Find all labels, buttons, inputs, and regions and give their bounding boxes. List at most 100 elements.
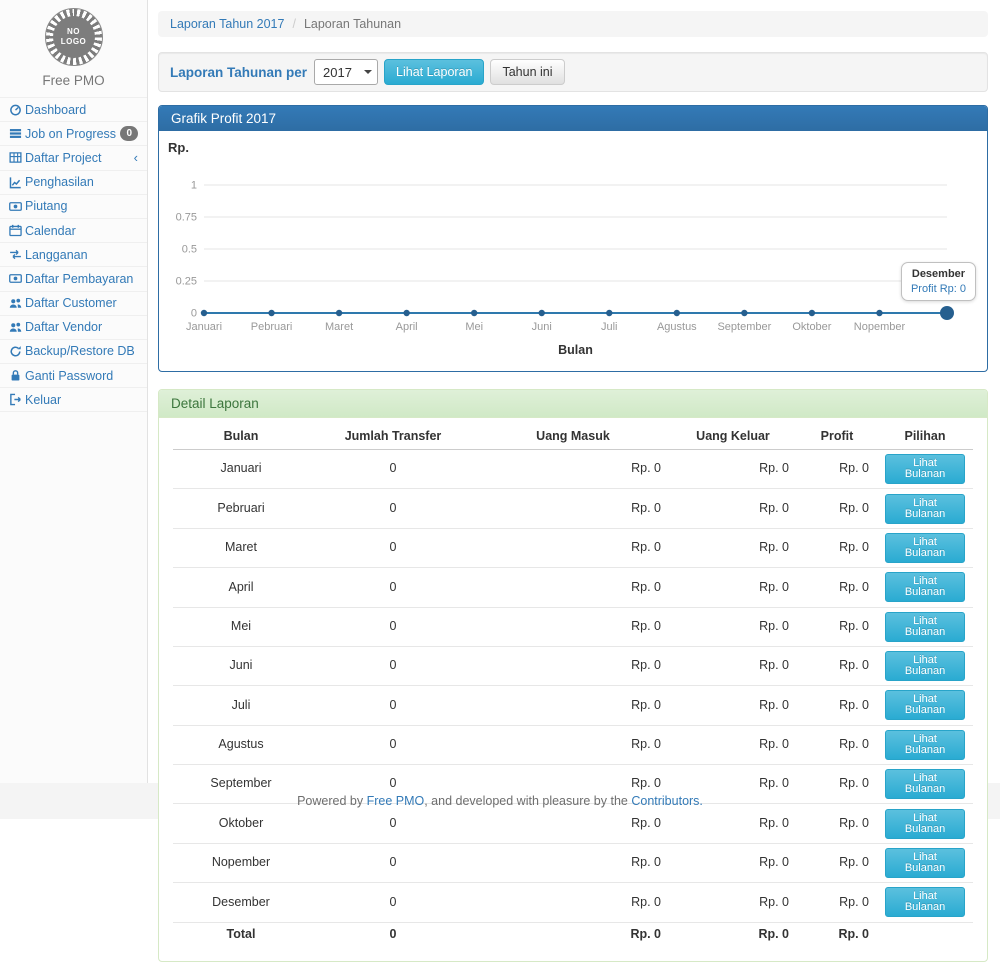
- table-icon: [9, 151, 25, 164]
- sidebar-item-label: Backup/Restore DB: [25, 344, 135, 358]
- sidebar-item-label: Piutang: [25, 199, 67, 213]
- year-select-wrap: 2017: [314, 59, 378, 85]
- cell-bulan: Januari: [173, 450, 309, 489]
- cell-keluar: Rp. 0: [669, 568, 797, 607]
- column-header-uang-masuk: Uang Masuk: [477, 423, 669, 450]
- cell-bulan: April: [173, 568, 309, 607]
- lihat-bulanan-button[interactable]: Lihat Bulanan: [885, 848, 965, 878]
- dashboard-icon: [9, 103, 25, 116]
- cell-keluar: Rp. 0: [669, 489, 797, 528]
- footer-link-contributors[interactable]: Contributors.: [631, 794, 703, 808]
- sidebar-item-langganan[interactable]: Langganan: [0, 243, 147, 267]
- sidebar-item-piutang[interactable]: Piutang: [0, 195, 147, 219]
- footer-text-middle: , and developed with pleasure by the: [424, 794, 628, 808]
- lihat-bulanan-button[interactable]: Lihat Bulanan: [885, 730, 965, 760]
- sidebar-item-label: Dashboard: [25, 103, 86, 117]
- table-row: Oktober0Rp. 0Rp. 0Rp. 0Lihat Bulanan: [173, 804, 973, 843]
- tahun-ini-button[interactable]: Tahun ini: [490, 59, 564, 85]
- lihat-bulanan-button[interactable]: Lihat Bulanan: [885, 809, 965, 839]
- table-row: April0Rp. 0Rp. 0Rp. 0Lihat Bulanan: [173, 568, 973, 607]
- cell-profit: Rp. 0: [797, 725, 877, 764]
- cell-transfer: 0: [309, 686, 477, 725]
- column-header-profit: Profit: [797, 423, 877, 450]
- total-cell-transfer: 0: [309, 922, 477, 947]
- sidebar-item-job-on-progress[interactable]: Job on Progress0: [0, 122, 147, 146]
- cell-masuk: Rp. 0: [477, 450, 669, 489]
- lihat-bulanan-button[interactable]: Lihat Bulanan: [885, 769, 965, 799]
- svg-text:Juli: Juli: [601, 321, 618, 333]
- lihat-laporan-button[interactable]: Lihat Laporan: [384, 59, 484, 85]
- cell-transfer: 0: [309, 489, 477, 528]
- sidebar-item-daftar-customer[interactable]: Daftar Customer: [0, 292, 147, 316]
- users-icon: [9, 321, 25, 334]
- cell-keluar: Rp. 0: [669, 804, 797, 843]
- breadcrumb-current: Laporan Tahunan: [304, 17, 401, 31]
- chart-panel-title: Grafik Profit 2017: [159, 106, 987, 131]
- table-row: Juni0Rp. 0Rp. 0Rp. 0Lihat Bulanan: [173, 646, 973, 685]
- cell-profit: Rp. 0: [797, 883, 877, 922]
- sidebar-item-keluar[interactable]: Keluar: [0, 388, 147, 412]
- svg-text:Juni: Juni: [532, 321, 552, 333]
- profit-chart-canvas[interactable]: Rp.00.250.50.751JanuariPebruariMaretApri…: [159, 131, 987, 371]
- sidebar-item-label: Daftar Pembayaran: [25, 272, 133, 286]
- year-filter-form: Laporan Tahunan per 2017 Lihat Laporan T…: [158, 52, 988, 92]
- sign-out-icon: [9, 393, 25, 406]
- svg-text:Januari: Januari: [186, 321, 222, 333]
- cell-keluar: Rp. 0: [669, 646, 797, 685]
- table-total-row: Total0Rp. 0Rp. 0Rp. 0: [173, 922, 973, 947]
- svg-text:1: 1: [191, 180, 197, 192]
- sidebar-item-backup-restore-db[interactable]: Backup/Restore DB: [0, 340, 147, 364]
- lihat-bulanan-button[interactable]: Lihat Bulanan: [885, 454, 965, 484]
- cell-bulan: Oktober: [173, 804, 309, 843]
- cell-bulan: Pebruari: [173, 489, 309, 528]
- year-select[interactable]: 2017: [314, 59, 378, 85]
- cell-bulan: Juni: [173, 646, 309, 685]
- cell-profit: Rp. 0: [797, 804, 877, 843]
- cell-bulan: Maret: [173, 528, 309, 567]
- cell-profit: Rp. 0: [797, 528, 877, 567]
- breadcrumb-link[interactable]: Laporan Tahun 2017: [170, 17, 284, 31]
- lihat-bulanan-button[interactable]: Lihat Bulanan: [885, 612, 965, 642]
- sidebar-item-penghasilan[interactable]: Penghasilan: [0, 171, 147, 195]
- sidebar-item-dashboard[interactable]: Dashboard: [0, 98, 147, 122]
- lihat-bulanan-button[interactable]: Lihat Bulanan: [885, 690, 965, 720]
- cell-keluar: Rp. 0: [669, 607, 797, 646]
- cell-masuk: Rp. 0: [477, 804, 669, 843]
- total-cell-bulan: Total: [173, 922, 309, 947]
- money-icon: [9, 272, 25, 285]
- footer-link-freepmo[interactable]: Free PMO: [367, 794, 425, 808]
- svg-text:Agustus: Agustus: [657, 321, 697, 333]
- sidebar-item-calendar[interactable]: Calendar: [0, 219, 147, 243]
- lihat-bulanan-button[interactable]: Lihat Bulanan: [885, 572, 965, 602]
- table-row: Desember0Rp. 0Rp. 0Rp. 0Lihat Bulanan: [173, 883, 973, 922]
- cell-profit: Rp. 0: [797, 646, 877, 685]
- lihat-bulanan-button[interactable]: Lihat Bulanan: [885, 651, 965, 681]
- sidebar-item-daftar-project[interactable]: Daftar Project‹: [0, 146, 147, 170]
- sidebar-item-label: Ganti Password: [25, 369, 113, 383]
- svg-text:Pebruari: Pebruari: [251, 321, 293, 333]
- sidebar-item-daftar-vendor[interactable]: Daftar Vendor: [0, 316, 147, 340]
- cell-profit: Rp. 0: [797, 607, 877, 646]
- sidebar-item-ganti-password[interactable]: Ganti Password: [0, 364, 147, 388]
- users-icon: [9, 297, 25, 310]
- cell-transfer: 0: [309, 568, 477, 607]
- detail-table: BulanJumlah TransferUang MasukUang Kelua…: [173, 423, 973, 947]
- total-cell-profit: Rp. 0: [797, 922, 877, 947]
- cell-masuk: Rp. 0: [477, 843, 669, 882]
- cell-bulan: Agustus: [173, 725, 309, 764]
- cell-bulan: Juli: [173, 686, 309, 725]
- sidebar-item-label: Langganan: [25, 248, 88, 262]
- cell-transfer: 0: [309, 725, 477, 764]
- cell-transfer: 0: [309, 607, 477, 646]
- cell-transfer: 0: [309, 883, 477, 922]
- sidebar-item-label: Keluar: [25, 393, 61, 407]
- lihat-bulanan-button[interactable]: Lihat Bulanan: [885, 533, 965, 563]
- column-header-uang-keluar: Uang Keluar: [669, 423, 797, 450]
- sidebar-menu: Dashboard Job on Progress0Daftar Project‹…: [0, 97, 147, 412]
- lihat-bulanan-button[interactable]: Lihat Bulanan: [885, 887, 965, 917]
- job-count-badge: 0: [120, 126, 138, 141]
- lihat-bulanan-button[interactable]: Lihat Bulanan: [885, 494, 965, 524]
- svg-text:Maret: Maret: [325, 321, 353, 333]
- sidebar-item-daftar-pembayaran[interactable]: Daftar Pembayaran: [0, 267, 147, 291]
- calendar-icon: [9, 224, 25, 237]
